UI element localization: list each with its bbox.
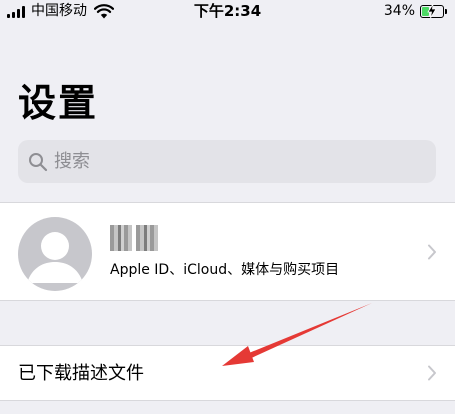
search-input[interactable]: 搜索 bbox=[18, 140, 436, 183]
battery-cap bbox=[445, 8, 447, 14]
page-title: 设置 bbox=[18, 81, 99, 125]
chevron-right-icon bbox=[428, 365, 436, 381]
search-icon bbox=[29, 152, 48, 171]
profile-section: Apple ID、iCloud、媒体与购买项目 bbox=[0, 202, 455, 301]
person-silhouette-icon bbox=[27, 232, 83, 283]
apple-id-cell[interactable]: Apple ID、iCloud、媒体与购买项目 bbox=[0, 203, 455, 300]
profile-name-obscured bbox=[110, 225, 158, 251]
battery-percent: 34% bbox=[383, 3, 415, 19]
status-right: 34% bbox=[384, 2, 447, 20]
charging-bolt-icon bbox=[427, 3, 437, 18]
settings-screen: 中国移动 下午2:34 34% 设置 搜索 Apple ID、iCloud、媒体… bbox=[0, 0, 455, 414]
profile-subtitle: Apple ID、iCloud、媒体与购买项目 bbox=[110, 262, 340, 278]
avatar bbox=[18, 217, 92, 291]
chevron-right-icon bbox=[428, 244, 436, 260]
battery-icon bbox=[420, 3, 444, 18]
search-placeholder: 搜索 bbox=[54, 150, 90, 172]
downloaded-profile-row[interactable]: 已下载描述文件 bbox=[0, 345, 455, 401]
downloaded-profile-label: 已下载描述文件 bbox=[18, 363, 144, 384]
status-bar: 中国移动 下午2:34 34% bbox=[0, 0, 455, 22]
